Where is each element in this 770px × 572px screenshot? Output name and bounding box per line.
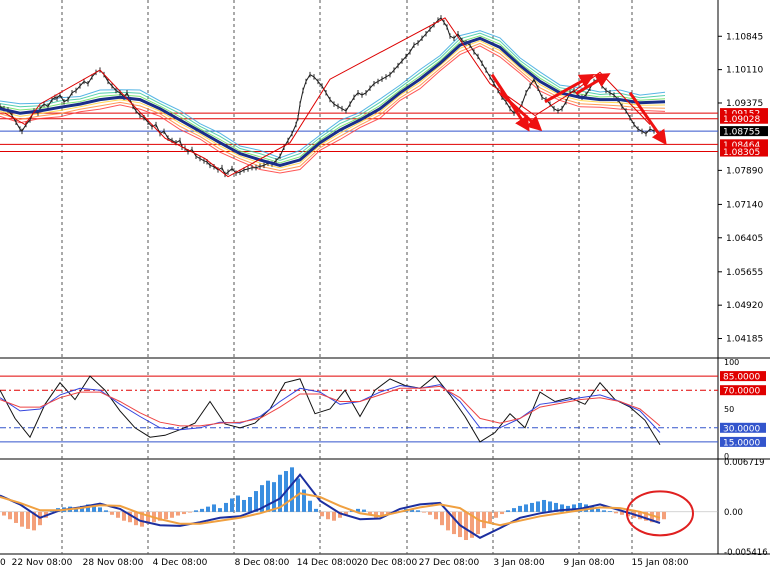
osc-level-label: 85.0000	[723, 373, 760, 383]
macd-y-tick-label: -0.005416	[724, 548, 768, 558]
osc-y-tick-label: 50	[724, 405, 734, 414]
macd-histogram-bar	[314, 508, 318, 512]
chart-svg: 1.10845 1.10110 1.09375 1.07890 1.07140 1.064…	[0, 0, 770, 568]
macd-histogram-bar	[98, 507, 102, 512]
macd-histogram-bar	[488, 511, 492, 523]
macd-histogram-bar	[182, 511, 186, 515]
macd-histogram-bar	[494, 511, 498, 518]
macd-histogram-bar	[2, 511, 6, 516]
macd-histogram-bar	[596, 508, 600, 512]
x-tick-label-partial: 0	[0, 558, 6, 568]
macd-histogram-bar	[512, 508, 516, 512]
price-y-tick-label: 1.06405	[726, 234, 763, 244]
macd-histogram-bar	[326, 511, 330, 520]
macd-histogram-bar	[428, 511, 432, 515]
osc-level-label: 70.0000	[723, 387, 760, 397]
price-y-tick-label: 1.05655	[726, 268, 763, 278]
price-y-tick-label: 1.10845	[726, 32, 763, 42]
price-y-tick-label: 1.07140	[726, 200, 763, 210]
price-y-tick-label: 1.07890	[726, 166, 763, 176]
x-tick-label: 20 Dec 08:00	[357, 558, 418, 568]
macd-histogram-bar	[524, 504, 528, 512]
macd-histogram-bar	[308, 500, 312, 512]
macd-histogram-bar	[206, 506, 210, 512]
osc-level-label: 30.0000	[723, 424, 760, 434]
macd-histogram-bar	[188, 511, 192, 513]
price-level-label: 1.09028	[723, 115, 760, 125]
macd-histogram-bar	[662, 511, 666, 520]
x-tick-label: 22 Nov 08:00	[12, 558, 73, 568]
macd-histogram-bar	[194, 510, 198, 512]
macd-histogram-bar	[14, 511, 18, 523]
x-tick-label: 14 Dec 08:00	[297, 558, 358, 568]
price-y-tick-label: 1.10110	[726, 66, 763, 76]
macd-histogram-bar	[476, 511, 480, 535]
macd-histogram-bar	[164, 511, 168, 520]
macd-histogram-bar	[200, 508, 204, 512]
macd-histogram-bar	[224, 502, 228, 512]
price-level-label: 1.08305	[723, 148, 760, 158]
macd-histogram-bar	[290, 467, 294, 512]
macd-histogram-bar	[542, 499, 546, 512]
background	[0, 0, 770, 568]
macd-histogram-bar	[332, 511, 336, 521]
macd-histogram-bar	[26, 511, 30, 529]
price-level-label: 1.08755	[723, 128, 760, 138]
x-tick-label: 8 Dec 08:00	[235, 558, 290, 568]
macd-histogram-bar	[8, 511, 12, 520]
macd-histogram-bar	[320, 511, 324, 517]
macd-histogram-bar	[266, 480, 270, 512]
macd-histogram-bar	[254, 491, 258, 512]
x-tick-label: 9 Jan 08:00	[563, 558, 615, 568]
macd-histogram-bar	[506, 510, 510, 512]
macd-histogram-bar	[416, 510, 420, 512]
macd-histogram-bar	[518, 505, 522, 512]
x-tick-label: 27 Dec 08:00	[419, 558, 480, 568]
macd-histogram-bar	[602, 510, 606, 512]
macd-histogram-bar	[536, 501, 540, 512]
macd-histogram-bar	[548, 501, 552, 512]
macd-histogram-bar	[608, 511, 612, 512]
price-y-tick-label: 1.04185	[726, 335, 763, 345]
macd-histogram-bar	[500, 511, 504, 515]
macd-histogram-bar	[482, 511, 486, 529]
price-y-tick-label: 1.04920	[726, 301, 763, 311]
macd-histogram-bar	[110, 511, 114, 515]
macd-histogram-bar	[242, 499, 246, 512]
x-tick-label: 28 Nov 08:00	[83, 558, 144, 568]
macd-histogram-bar	[362, 509, 366, 512]
macd-histogram-bar	[440, 511, 444, 526]
macd-histogram-bar	[116, 511, 120, 518]
chart-root: 1.10845 1.10110 1.09375 1.07890 1.07140 1.064…	[0, 0, 770, 568]
macd-histogram-bar	[434, 511, 438, 520]
macd-histogram-bar	[236, 495, 240, 512]
macd-histogram-bar	[170, 511, 174, 518]
macd-y-tick-label: 0.006719	[724, 458, 765, 468]
macd-histogram-bar	[614, 511, 618, 514]
x-tick-label: 3 Jan 08:00	[493, 558, 545, 568]
osc-level-label: 15.0000	[723, 438, 760, 448]
macd-histogram-bar	[272, 482, 276, 512]
x-tick-label: 15 Jan 08:00	[632, 558, 689, 568]
x-tick-label: 4 Dec 08:00	[153, 558, 208, 568]
macd-histogram-bar	[176, 511, 180, 516]
macd-histogram-bar	[230, 498, 234, 512]
macd-histogram-bar	[464, 511, 468, 541]
macd-y-tick-label: 0.00	[724, 508, 743, 518]
macd-histogram-bar	[452, 511, 456, 535]
macd-histogram-bar	[422, 511, 426, 513]
macd-histogram-bar	[218, 508, 222, 512]
price-y-tick-label: 1.09375	[726, 99, 763, 109]
macd-histogram-bar	[104, 510, 108, 512]
macd-histogram-bar	[212, 504, 216, 512]
macd-histogram-bar	[20, 511, 24, 527]
osc-y-tick-label: 100	[724, 358, 739, 367]
macd-histogram-bar	[530, 502, 534, 512]
macd-histogram-bar	[248, 496, 252, 512]
